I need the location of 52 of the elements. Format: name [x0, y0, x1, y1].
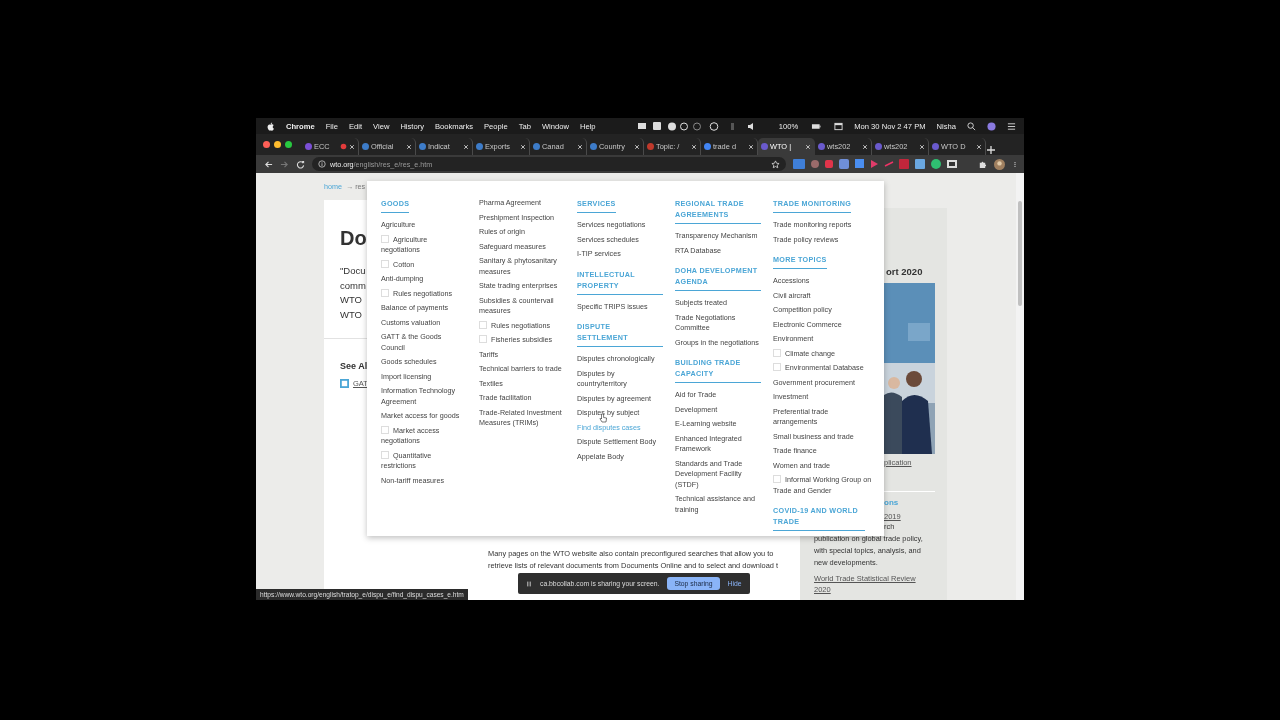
forward-icon[interactable]: [280, 159, 289, 169]
close-window-button[interactable]: [263, 141, 270, 148]
close-icon[interactable]: [976, 143, 982, 150]
back-icon[interactable]: [264, 159, 273, 169]
close-icon[interactable]: [748, 143, 754, 150]
zoom-window-button[interactable]: [285, 141, 292, 148]
checkbox-icon: [479, 335, 487, 343]
close-icon[interactable]: [406, 143, 412, 150]
close-icon[interactable]: [520, 143, 526, 150]
scrollbar[interactable]: [1016, 173, 1024, 600]
new-tab-icon[interactable]: [986, 145, 996, 155]
apple-icon: [266, 121, 275, 131]
checkbox-icon: [479, 320, 487, 329]
close-icon[interactable]: [691, 143, 697, 150]
intro-text: WTO: [340, 307, 362, 322]
battery-icon: [809, 121, 824, 131]
calendar-icon: [834, 121, 844, 131]
checkbox-icon: [340, 379, 349, 389]
close-icon[interactable]: [463, 143, 469, 150]
intro-text: WTO: [340, 293, 362, 308]
close-icon[interactable]: [577, 143, 583, 150]
close-icon[interactable]: [919, 143, 925, 150]
intro-text: "Docu: [340, 264, 366, 278]
checkbox-icon: [381, 288, 389, 297]
puzzle-icon[interactable]: [978, 159, 987, 169]
close-icon[interactable]: [349, 143, 355, 150]
more-icon[interactable]: [1012, 159, 1018, 169]
close-icon[interactable]: [634, 143, 640, 150]
close-icon[interactable]: [805, 143, 811, 150]
list-icon[interactable]: [1007, 121, 1016, 131]
search-icon[interactable]: [967, 121, 976, 131]
checkbox-icon: [381, 425, 389, 434]
checkbox-icon: [773, 475, 781, 483]
intro-text: comm: [340, 278, 366, 293]
page-title: Do: [340, 226, 367, 250]
recording-dot-icon: [340, 143, 347, 150]
siri-icon[interactable]: [987, 121, 996, 131]
checkbox-icon: [773, 348, 781, 357]
star-icon[interactable]: [771, 159, 780, 169]
see-also-heading: See Al: [340, 361, 368, 372]
checkbox-icon: [381, 450, 389, 459]
pause-icon: [526, 579, 532, 588]
info-icon: [318, 160, 326, 168]
close-icon[interactable]: [862, 143, 868, 150]
checkbox-icon: [773, 363, 781, 371]
checkbox-icon: [381, 259, 389, 268]
report-title: ort 2020: [886, 266, 924, 277]
section-heading: ons: [884, 498, 900, 507]
reload-icon[interactable]: [296, 159, 305, 169]
avatar-icon[interactable]: [994, 158, 1005, 170]
minimize-window-button[interactable]: [274, 141, 281, 148]
checkbox-icon: [381, 234, 389, 243]
